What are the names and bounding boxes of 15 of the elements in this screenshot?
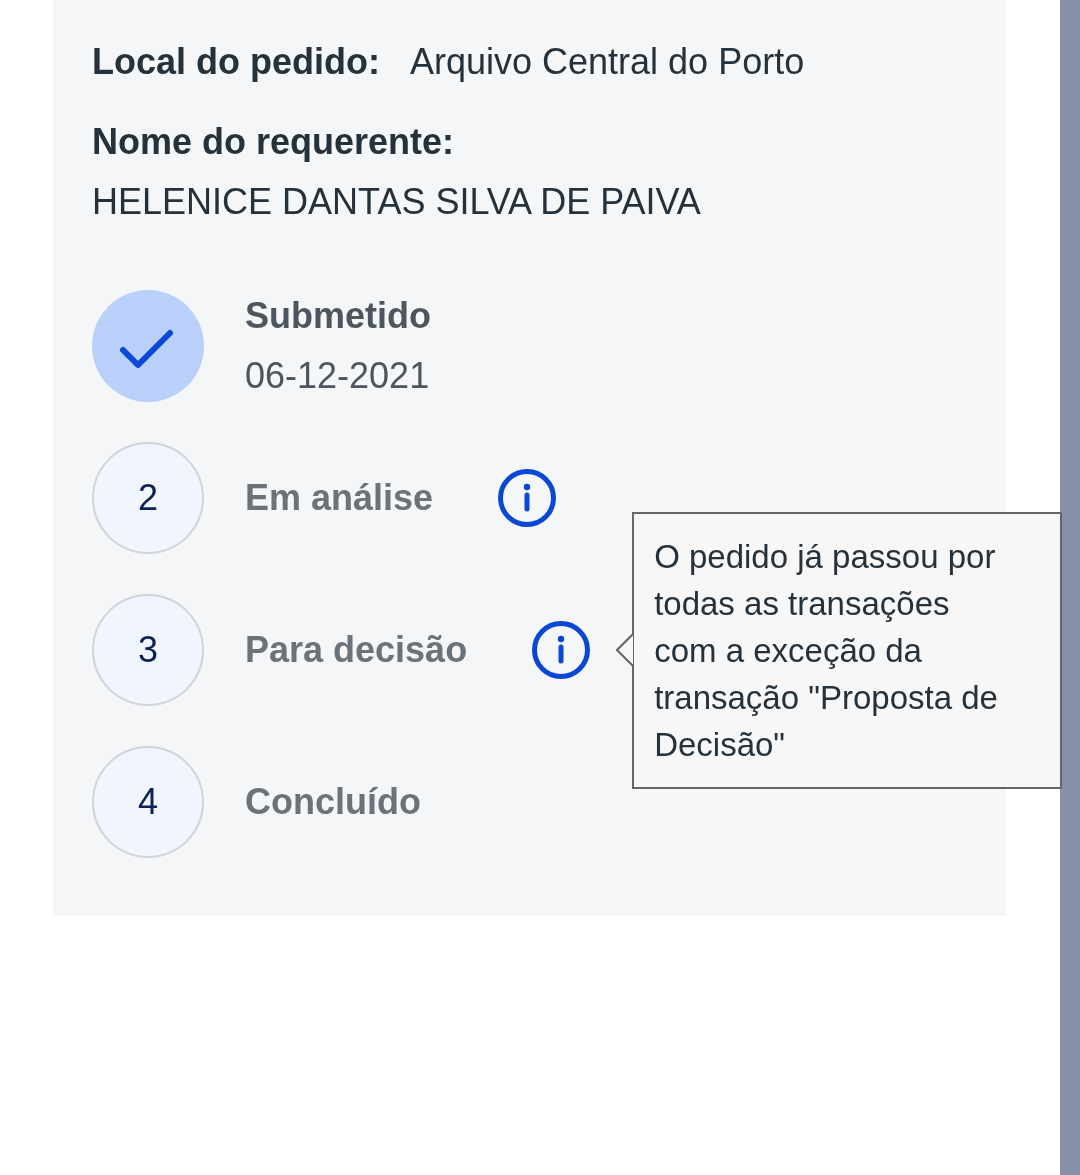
step-number: 4 [92,746,204,858]
step-number: 2 [92,442,204,554]
step-title: Submetido [245,294,431,338]
step-number: 3 [92,594,204,706]
info-button[interactable] [498,469,557,527]
step-title: Concluído [245,780,421,824]
field-value: HELENICE DANTAS SILVA DE PAIVA [92,180,701,224]
step-date: 06-12-2021 [245,354,430,398]
field-label: Local do pedido: [92,40,380,84]
field-value: Arquivo Central do Porto [410,40,805,84]
field-label: Nome do requerente: [92,120,455,164]
tooltip-text: O pedido já passou por todas as transações com a exceção da transação "Proposta de Decisão" [654,537,999,765]
step-title: Para decisão [245,628,468,672]
step-title: Em análise [245,476,434,520]
info-button[interactable] [532,621,591,679]
